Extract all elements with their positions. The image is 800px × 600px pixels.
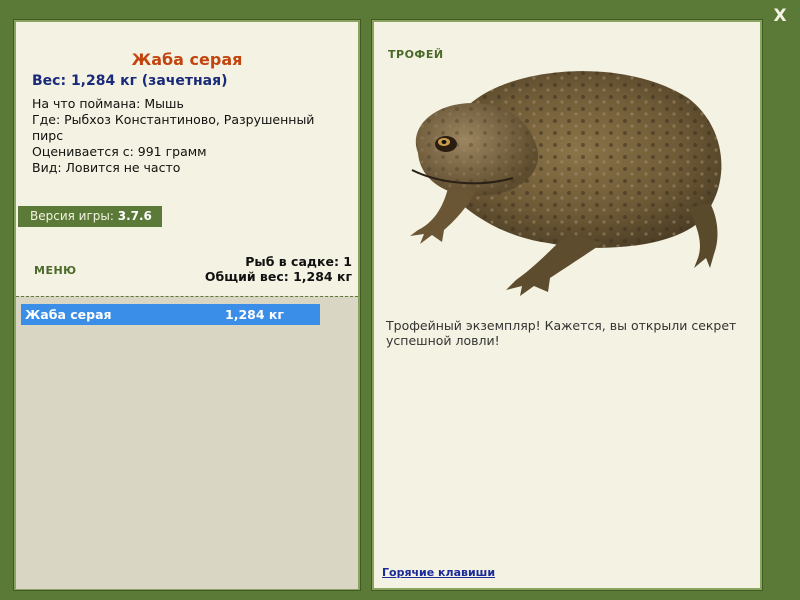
list-item-weight: 1,284 кг [225,307,284,322]
list-item-name: Жаба серая [25,307,112,322]
fish-weight: Вес: 1,284 кг (зачетная) [32,73,228,89]
toad-image [410,71,722,296]
version-label: Версия игры: [30,209,114,223]
fish-details: На что поймана: Мышь Где: Рыбхоз Констан… [32,96,342,176]
game-window: X Жаба серая Вес: 1,284 кг (зачетная) На… [0,0,800,600]
trophy-description: Трофейный экземпляр! Кажется, вы открыли… [386,318,737,348]
trophy-panel: ТРОФЕЙ Трофейный экземпляр! Кажется, вы … [371,19,763,591]
fish-count: Рыб в садке: 1 [245,254,352,269]
version-value: 3.7.6 [117,209,152,223]
caught-on-text: На что поймана: Мышь [32,96,184,111]
fish-title: Жаба серая [131,50,243,69]
close-button[interactable]: X [770,6,790,26]
kind-text: Вид: Ловится не часто [32,160,181,175]
keepnet-stats: Рыб в садке: 1 Общий вес: 1,284 кг [205,254,352,284]
total-weight: Общий вес: 1,284 кг [204,269,352,284]
menu-button[interactable]: МЕНЮ [34,264,77,277]
list-item[interactable]: Жаба серая 1,284 кг [21,304,320,325]
version-badge: Версия игры: 3.7.6 [18,206,162,227]
valued-from-text: Оценивается с: 991 грамм [32,144,207,159]
fish-info-panel: Жаба серая Вес: 1,284 кг (зачетная) На ч… [13,19,361,591]
keepnet-list [16,296,358,589]
hotkeys-link[interactable]: Горячие клавиши [382,566,495,579]
location-text: Где: Рыбхоз Константиново, Разрушенный п… [32,112,315,143]
